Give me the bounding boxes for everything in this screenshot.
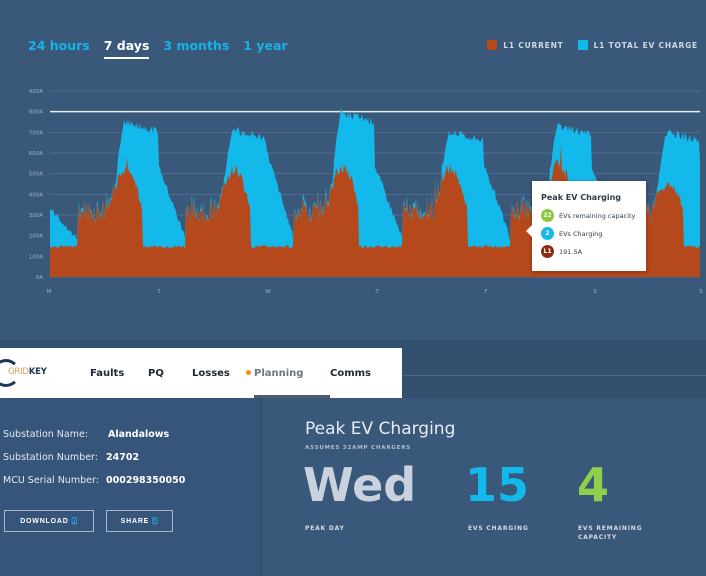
legend-swatch-orange <box>487 40 498 50</box>
x-tick-label: T <box>374 289 379 295</box>
evs-remaining-value: 4 <box>577 458 610 512</box>
divider <box>402 375 706 376</box>
y-tick-label: 100A <box>29 254 43 260</box>
tooltip-row-l1: L1 191.5A <box>541 245 637 258</box>
substation-number-value: 24702 <box>106 452 140 463</box>
peak-ev-title: Peak EV Charging <box>305 419 456 439</box>
x-tick-label: W <box>265 289 271 295</box>
y-tick-label: 300A <box>29 213 43 219</box>
x-tick-label: S <box>699 289 703 295</box>
nav-item-pq[interactable]: PQ <box>148 348 192 398</box>
legend-label: L1 CURRENT <box>503 40 564 50</box>
nav-item-planning[interactable]: Planning <box>246 348 330 398</box>
y-tick-label: 800A <box>29 110 43 116</box>
download-button[interactable]: DOWNLOAD ⍗ <box>4 510 94 532</box>
chart-legend: L1 CURRENT L1 TOTAL EV CHARGE <box>487 40 698 50</box>
main-nav: GRIDKEY Faults PQ Losses Planning Comms <box>0 348 402 398</box>
x-tick-label: F <box>484 289 487 295</box>
nav-item-faults[interactable]: Faults <box>90 348 148 398</box>
tab-1-year[interactable]: 1 year <box>243 38 287 59</box>
peak-ev-subtitle: ASSUMES 32AMP CHARGERS <box>305 445 412 451</box>
tooltip-row-text: 191.5A <box>559 247 583 256</box>
y-tick-label: 700A <box>29 130 43 136</box>
tab-24-hours[interactable]: 24 hours <box>28 38 90 59</box>
y-tick-label: 400A <box>29 192 43 198</box>
evs-charging-label: EVS CHARGING <box>468 525 529 532</box>
evs-charging-value: 15 <box>465 458 530 512</box>
x-tick-label: T <box>156 289 161 295</box>
tooltip-row-remaining: 22 EVs remaining capacity <box>541 209 637 222</box>
substation-number-label: Substation Number: <box>3 452 98 463</box>
substation-name-row: Substation Name: Alandalows <box>3 429 169 440</box>
mcu-serial-label: MCU Serial Number: <box>3 475 99 486</box>
legend-item-l1-current[interactable]: L1 CURRENT <box>487 40 563 50</box>
substation-name-value: Alandalows <box>108 429 170 440</box>
evs-remaining-label: EVS REMAINING CAPACITY <box>578 525 643 541</box>
nav-item-losses[interactable]: Losses <box>192 348 245 398</box>
mcu-serial-value: 000298350050 <box>106 475 186 486</box>
legend-swatch-blue <box>577 40 588 50</box>
tooltip-row-text: EVs Charging <box>559 229 603 238</box>
legend-label: L1 TOTAL EV CHARGE <box>593 40 698 50</box>
tooltip-title: Peak EV Charging <box>541 193 622 202</box>
legend-item-l1-total-ev[interactable]: L1 TOTAL EV CHARGE <box>577 40 698 50</box>
remaining-badge: 22 <box>541 209 554 222</box>
nav-item-comms[interactable]: Comms <box>330 348 380 398</box>
substation-name-label: Substation Name: <box>3 429 89 440</box>
tab-3-months[interactable]: 3 months <box>163 38 229 59</box>
gridkey-logo[interactable]: GRIDKEY <box>0 359 50 387</box>
l1-badge: L1 <box>541 245 554 258</box>
share-icon: ⍐ <box>152 515 159 526</box>
peak-day-label: PEAK DAY <box>305 525 345 532</box>
substation-number-row: Substation Number: 24702 <box>3 452 139 463</box>
tooltip-row-text: EVs remaining capacity <box>559 211 636 220</box>
tab-7-days[interactable]: 7 days <box>103 38 149 59</box>
share-button[interactable]: SHARE ⍐ <box>106 510 173 532</box>
x-tick-label: S <box>593 289 597 295</box>
substation-info-panel <box>0 398 261 576</box>
y-tick-label: 500A <box>29 172 43 178</box>
y-tick-label: 900A <box>29 89 43 95</box>
logo-grid-text: GRID <box>8 367 29 377</box>
time-range-tabs: 24 hours 7 days 3 months 1 year <box>28 38 288 59</box>
logo-key-text: KEY <box>28 367 47 377</box>
mcu-serial-row: MCU Serial Number: 000298350050 <box>3 475 185 486</box>
y-tick-label: 0A <box>36 275 43 281</box>
active-dot-icon <box>246 369 251 375</box>
tooltip-row-charging: 2 EVs Charging <box>541 227 637 240</box>
x-tick-label: M <box>47 289 52 295</box>
peak-day-value: Wed <box>303 458 417 512</box>
chart-tooltip: Peak EV Charging 22 EVs remaining capaci… <box>526 181 646 271</box>
y-tick-label: 200A <box>29 234 43 240</box>
charging-badge: 2 <box>541 227 554 240</box>
y-tick-label: 600A <box>29 151 43 157</box>
download-icon: ⍗ <box>71 515 78 526</box>
